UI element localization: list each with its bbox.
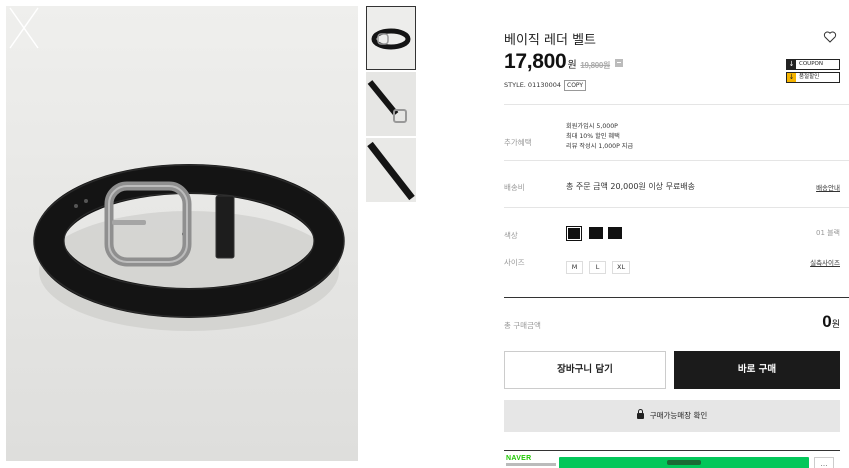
- total-price: 0원: [822, 312, 840, 332]
- size-option-xl[interactable]: XL: [612, 261, 631, 274]
- color-label: 색상: [504, 231, 518, 240]
- add-to-cart-button[interactable]: 장바구니 담기: [504, 351, 666, 389]
- color-swatch-black[interactable]: [566, 226, 582, 241]
- selected-color-value: 01 블랙: [815, 229, 840, 237]
- original-price: 19,800원: [580, 61, 611, 70]
- style-code-text: STYLE. 01130004: [504, 81, 562, 89]
- naver-subtext: [506, 463, 556, 466]
- download-icon: ↓: [787, 60, 796, 69]
- sale-price: 17,800: [504, 50, 567, 73]
- store-availability-label: 구매가능매장 확인: [649, 411, 708, 420]
- thumbnail-1-image: [366, 6, 416, 70]
- color-swatches: [566, 226, 627, 246]
- belt-photo: [6, 6, 358, 461]
- total-divider: [504, 297, 849, 298]
- product-info-panel: 베이직 레더 벨트 17,800원 19,800원 STYLE. 01130004…: [504, 0, 849, 468]
- product-title: 베이직 레더 벨트: [504, 33, 596, 48]
- naver-pay-label: [667, 460, 701, 465]
- copy-button[interactable]: COPY: [564, 80, 587, 91]
- size-label: 사이즈: [504, 258, 525, 267]
- soldout-discount-label: 품절할인: [799, 74, 820, 80]
- benefits-list: 회원가입시 5,000P 최대 10% 할인 혜택 리뷰 작성시 1,000P …: [566, 122, 633, 152]
- next-image-arrow-icon[interactable]: [6, 6, 28, 50]
- color-swatch[interactable]: [608, 227, 622, 239]
- size-options: M L XL: [566, 254, 636, 274]
- thumbnail-list: [366, 6, 416, 204]
- shipping-info-link[interactable]: 배송안내: [816, 182, 840, 192]
- total-unit: 원: [831, 319, 840, 329]
- benefits-label: 추가혜택: [504, 138, 532, 147]
- store-availability-button[interactable]: 구매가능매장 확인: [504, 400, 840, 432]
- price-unit: 원: [567, 60, 577, 71]
- thumbnail-3[interactable]: [366, 138, 416, 202]
- divider: [504, 160, 849, 161]
- product-main-image: [6, 6, 358, 461]
- wishlist-heart-icon[interactable]: [823, 30, 837, 44]
- naver-pay-button[interactable]: [559, 457, 809, 468]
- color-swatch[interactable]: [589, 227, 603, 239]
- thumbnail-2[interactable]: [366, 72, 416, 136]
- thumbnail-2-image: [366, 72, 416, 136]
- size-chart-link[interactable]: 실측사이즈: [810, 257, 840, 267]
- product-price: 17,800원 19,800원: [504, 50, 624, 74]
- size-option-l[interactable]: L: [589, 261, 606, 274]
- thumbnail-3-image: [366, 138, 416, 202]
- buy-now-button[interactable]: 바로 구매: [674, 351, 840, 389]
- total-amount: 0: [822, 312, 832, 331]
- thumbnail-1[interactable]: [366, 6, 416, 70]
- naver-divider: [504, 450, 840, 451]
- naver-wishlist-button[interactable]: …: [814, 457, 834, 468]
- benefit-line: 회원가입시 5,000P: [566, 123, 618, 130]
- total-label: 총 구매금액: [504, 321, 541, 330]
- download-icon: ↓: [787, 73, 796, 82]
- benefit-line: 최대 10% 할인 혜택: [566, 133, 620, 140]
- divider: [504, 104, 849, 105]
- shipping-label: 배송비: [504, 183, 525, 192]
- price-info-icon[interactable]: [615, 59, 624, 67]
- coupon-download-button[interactable]: ↓ COUPON: [786, 59, 840, 70]
- style-code: STYLE. 01130004 COPY: [504, 80, 587, 91]
- soldout-discount-button[interactable]: ↓ 품절할인: [786, 72, 840, 83]
- benefit-line: 리뷰 작성시 1,000P 지급: [566, 143, 634, 150]
- size-option-m[interactable]: M: [566, 261, 583, 274]
- divider: [504, 207, 849, 208]
- coupon-label: COUPON: [799, 61, 823, 67]
- shipping-text: 총 주문 금액 20,000원 이상 무료배송: [566, 182, 696, 191]
- lock-icon: [636, 409, 644, 419]
- naver-logo: NAVER: [506, 455, 532, 462]
